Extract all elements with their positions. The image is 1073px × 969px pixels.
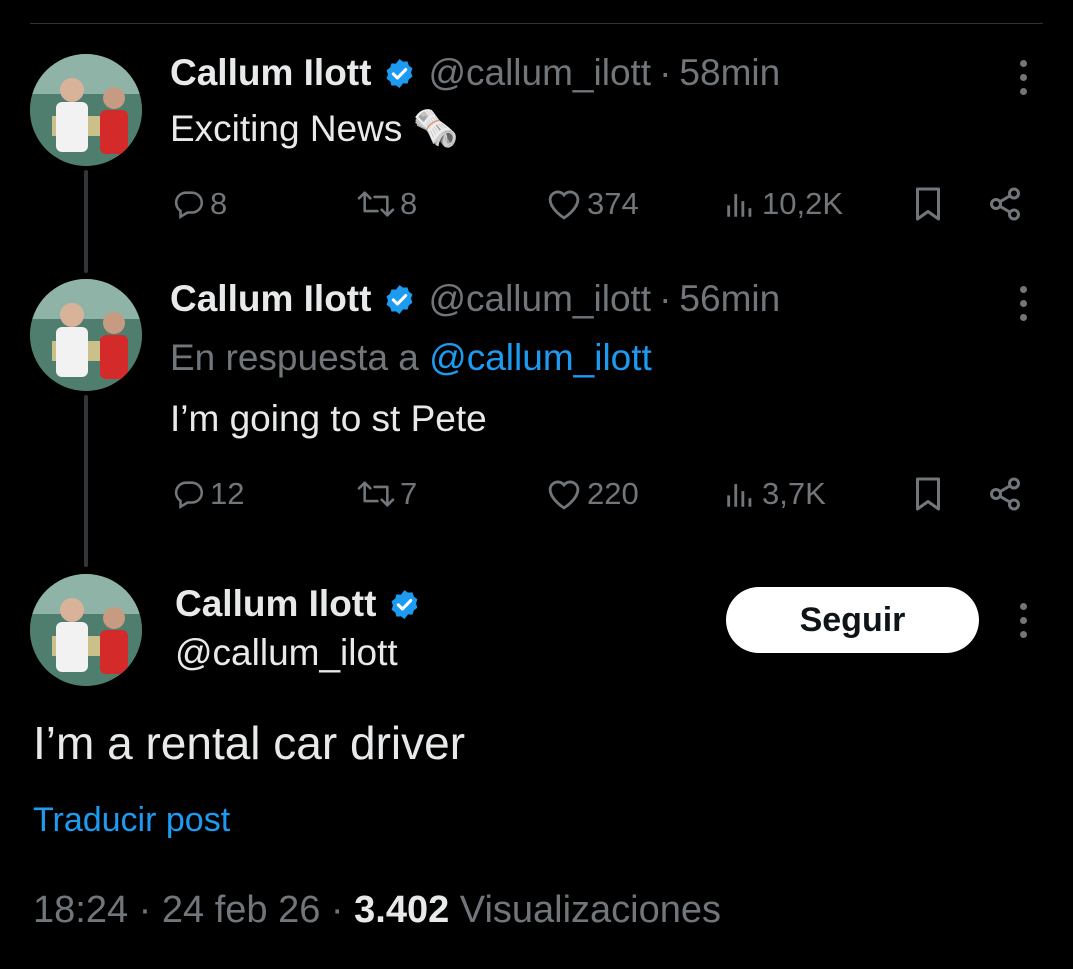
avatar[interactable] bbox=[30, 574, 142, 686]
handle[interactable]: @callum_ilott bbox=[428, 278, 651, 320]
share-icon bbox=[990, 187, 1020, 221]
verified-badge-icon[interactable] bbox=[388, 588, 421, 621]
reply-mention-link[interactable]: @callum_ilott bbox=[429, 337, 652, 378]
display-name[interactable]: Callum Ilott bbox=[170, 52, 371, 94]
share-button[interactable] bbox=[986, 186, 1028, 222]
views-count: 3,7K bbox=[762, 476, 826, 511]
bookmark-icon bbox=[916, 477, 940, 511]
views-button[interactable]: 10,2K bbox=[722, 186, 843, 222]
reply-prefix: En respuesta a bbox=[170, 337, 419, 378]
tweet-header: Callum Ilott @callum_ilott · 58min bbox=[170, 52, 780, 94]
repost-icon bbox=[357, 481, 395, 507]
handle[interactable]: @callum_ilott bbox=[428, 52, 651, 94]
more-options-icon[interactable] bbox=[1013, 601, 1033, 641]
reply-count: 8 bbox=[210, 186, 228, 221]
views-button[interactable]: 3,7K bbox=[722, 476, 826, 512]
repost-button[interactable]: 7 bbox=[356, 476, 417, 512]
share-icon bbox=[990, 477, 1020, 511]
views-label: Visualizaciones bbox=[459, 889, 722, 931]
tweet-footer: 18:24 · 24 feb 26 · 3.402 Visualizacione… bbox=[33, 889, 721, 932]
bookmark-icon bbox=[916, 187, 940, 221]
like-count: 220 bbox=[587, 476, 639, 511]
bookmark-button[interactable] bbox=[912, 476, 948, 512]
follow-button[interactable]: Seguir bbox=[726, 587, 979, 653]
verified-badge-icon[interactable] bbox=[383, 57, 416, 90]
like-button[interactable]: 220 bbox=[545, 476, 639, 512]
more-options-icon[interactable] bbox=[1013, 284, 1033, 324]
avatar[interactable] bbox=[30, 279, 142, 391]
tweet-text: Exciting News 🗞️ bbox=[170, 108, 459, 149]
reply-context: En respuesta a @callum_ilott bbox=[170, 337, 652, 379]
main-tweet-text: I’m a rental car driver bbox=[33, 717, 466, 769]
views-count: 3.402 bbox=[354, 889, 450, 931]
bookmark-button[interactable] bbox=[912, 186, 948, 222]
verified-badge-icon[interactable] bbox=[383, 283, 416, 316]
top-divider bbox=[30, 23, 1043, 24]
share-button[interactable] bbox=[986, 476, 1028, 512]
heart-icon bbox=[548, 190, 580, 220]
separator-dot: · bbox=[659, 278, 672, 319]
translate-post-link[interactable]: Traducir post bbox=[33, 801, 230, 840]
tweet-time[interactable]: 56min bbox=[679, 278, 780, 320]
avatar[interactable] bbox=[30, 54, 142, 166]
more-options-icon[interactable] bbox=[1013, 58, 1033, 98]
repost-button[interactable]: 8 bbox=[356, 186, 417, 222]
separator-dot: · bbox=[659, 52, 672, 93]
views-count: 10,2K bbox=[762, 186, 844, 221]
like-count: 374 bbox=[587, 186, 639, 221]
reply-icon bbox=[174, 191, 204, 220]
analytics-icon bbox=[727, 194, 752, 217]
heart-icon bbox=[548, 480, 580, 510]
main-tweet-header: Callum Ilott bbox=[175, 583, 433, 625]
reply-button[interactable]: 12 bbox=[172, 476, 244, 512]
analytics-icon bbox=[727, 484, 752, 507]
repost-count: 8 bbox=[400, 186, 418, 221]
repost-icon bbox=[357, 191, 395, 217]
repost-count: 7 bbox=[400, 476, 418, 511]
reply-count: 12 bbox=[210, 476, 245, 511]
reply-button[interactable]: 8 bbox=[172, 186, 227, 222]
tweet-time[interactable]: 58min bbox=[679, 52, 780, 94]
separator-dot: · bbox=[330, 889, 344, 931]
like-button[interactable]: 374 bbox=[545, 186, 639, 222]
reply-icon bbox=[174, 481, 204, 510]
thread-connector bbox=[84, 395, 88, 567]
tweet-text: I’m going to st Pete bbox=[170, 398, 487, 439]
thread-connector bbox=[84, 170, 88, 273]
tweet-header: Callum Ilott @callum_ilott · 56min bbox=[170, 278, 780, 320]
handle[interactable]: @callum_ilott bbox=[175, 632, 398, 674]
display-name[interactable]: Callum Ilott bbox=[170, 278, 371, 320]
timestamp[interactable]: 18:24 · 24 feb 26 bbox=[33, 889, 320, 931]
display-name[interactable]: Callum Ilott bbox=[175, 583, 376, 625]
